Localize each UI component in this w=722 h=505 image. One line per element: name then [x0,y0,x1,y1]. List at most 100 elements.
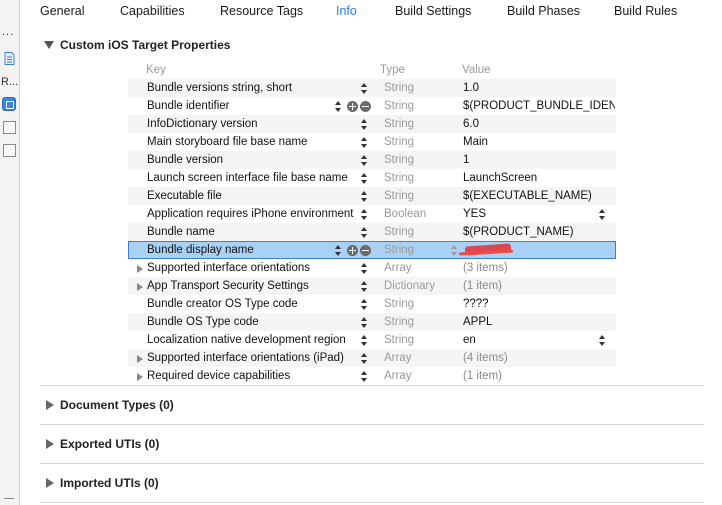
tab-resource-tags[interactable]: Resource Tags [220,4,303,18]
minus-icon[interactable] [360,245,371,256]
disclosure-triangle-icon[interactable] [137,265,143,273]
row-key: Bundle name [147,226,215,238]
folder-icon[interactable] [3,121,16,134]
column-header-key[interactable]: Key [146,64,166,76]
table-row[interactable]: Main storyboard file base name String Ma… [128,133,616,151]
tab-info[interactable]: Info [336,4,357,18]
row-value[interactable]: LaunchScreen [463,172,615,184]
divider [4,498,14,499]
row-key: Bundle versions string, short [147,82,293,94]
stepper-icon[interactable] [361,118,369,131]
row-key: Localization native development region [147,334,346,346]
value-stepper-icon[interactable] [599,334,607,347]
table-row[interactable]: Bundle name String $(PRODUCT_NAME) [128,223,616,241]
tab-build-phases[interactable]: Build Phases [507,4,580,18]
row-value[interactable]: $(PRODUCT_BUNDLE_IDENTIFIER) [463,100,615,112]
disclosure-triangle-icon[interactable] [46,478,54,488]
table-row[interactable]: Bundle identifier String $(PRODUCT_BUNDL… [128,97,616,115]
table-row[interactable]: Application requires iPhone environment … [128,205,616,223]
table-row-selected[interactable]: Bundle display name String [128,241,616,259]
section-title: Custom iOS Target Properties [60,38,231,52]
row-value[interactable]: $(PRODUCT_NAME) [463,226,615,238]
value-stepper-icon[interactable] [599,208,607,221]
row-type: Boolean [384,208,427,220]
table-row[interactable]: Bundle versions string, short String 1.0 [128,79,616,97]
stepper-icon[interactable] [361,352,369,365]
row-value[interactable]: 6.0 [463,118,615,130]
stepper-icon[interactable] [361,136,369,149]
table-row[interactable]: Bundle version String 1 [128,151,616,169]
section-title: Exported UTIs (0) [60,437,160,451]
column-header-type[interactable]: Type [380,64,405,76]
tab-general[interactable]: General [40,4,84,18]
row-key: App Transport Security Settings [147,280,309,292]
app-target-icon[interactable] [2,97,16,111]
row-value[interactable]: en [463,334,615,346]
table-row[interactable]: Bundle OS Type code String APPL [128,313,616,331]
folder-icon[interactable] [3,144,16,157]
row-key: Executable file [147,190,222,202]
disclosure-triangle-icon[interactable] [46,439,54,449]
row-value[interactable]: 1.0 [463,82,615,94]
minus-icon[interactable] [360,101,371,112]
table-row[interactable]: Supported interface orientations (iPad) … [128,349,616,367]
stepper-icon[interactable] [335,100,343,113]
stepper-icon[interactable] [361,226,369,239]
stepper-icon[interactable] [361,334,369,347]
table-row[interactable]: Executable file String $(EXECUTABLE_NAME… [128,187,616,205]
row-type: Array [384,352,412,364]
type-stepper-icon[interactable] [451,244,459,257]
row-type: String [384,226,415,238]
table-row[interactable]: Required device capabilities Array (1 it… [128,367,616,385]
tab-build-rules[interactable]: Build Rules [614,4,677,18]
disclosure-triangle-icon[interactable] [137,373,143,381]
disclosure-triangle-icon[interactable] [44,41,54,49]
row-key: Application requires iPhone environment [147,208,354,220]
row-key: Bundle creator OS Type code [147,298,298,310]
row-type: String [384,244,415,256]
tab-build-settings[interactable]: Build Settings [395,4,471,18]
divider [40,502,704,503]
column-header-value[interactable]: Value [462,64,491,76]
stepper-icon[interactable] [335,244,343,257]
table-row[interactable]: Localization native development region S… [128,331,616,349]
row-key: Bundle version [147,154,224,166]
table-row[interactable]: Supported interface orientations Array (… [128,259,616,277]
table-row[interactable]: App Transport Security Settings Dictiona… [128,277,616,295]
row-key: InfoDictionary version [147,118,258,130]
stepper-icon[interactable] [361,298,369,311]
divider [40,424,704,425]
row-value: (3 items) [463,262,508,274]
plus-icon[interactable] [347,245,358,256]
table-row[interactable]: Launch screen interface file base name S… [128,169,616,187]
stepper-icon[interactable] [361,370,369,383]
stepper-icon[interactable] [361,208,369,221]
row-value[interactable]: YES [463,208,615,220]
stepper-icon[interactable] [361,316,369,329]
disclosure-triangle-icon[interactable] [46,400,54,410]
row-key: Supported interface orientations (iPad) [147,352,344,364]
row-type: String [384,334,415,346]
disclosure-triangle-icon[interactable] [137,355,143,363]
stepper-icon[interactable] [361,262,369,275]
tab-capabilities[interactable]: Capabilities [120,4,185,18]
row-key: Main storyboard file base name [147,136,308,148]
disclosure-triangle-icon[interactable] [137,283,143,291]
row-value[interactable]: ???? [463,298,615,310]
document-icon[interactable] [3,52,16,65]
divider [40,385,704,386]
row-value[interactable]: Main [463,136,615,148]
plus-icon[interactable] [347,101,358,112]
row-value[interactable]: APPL [463,316,615,328]
stepper-icon[interactable] [361,190,369,203]
row-value[interactable]: $(EXECUTABLE_NAME) [463,190,615,202]
row-value[interactable]: 1 [463,154,615,166]
section-title: Imported UTIs (0) [60,476,159,490]
row-type: String [384,118,415,130]
stepper-icon[interactable] [361,82,369,95]
stepper-icon[interactable] [361,280,369,293]
table-row[interactable]: Bundle creator OS Type code String ???? [128,295,616,313]
stepper-icon[interactable] [361,154,369,167]
table-row[interactable]: InfoDictionary version String 6.0 [128,115,616,133]
stepper-icon[interactable] [361,172,369,185]
